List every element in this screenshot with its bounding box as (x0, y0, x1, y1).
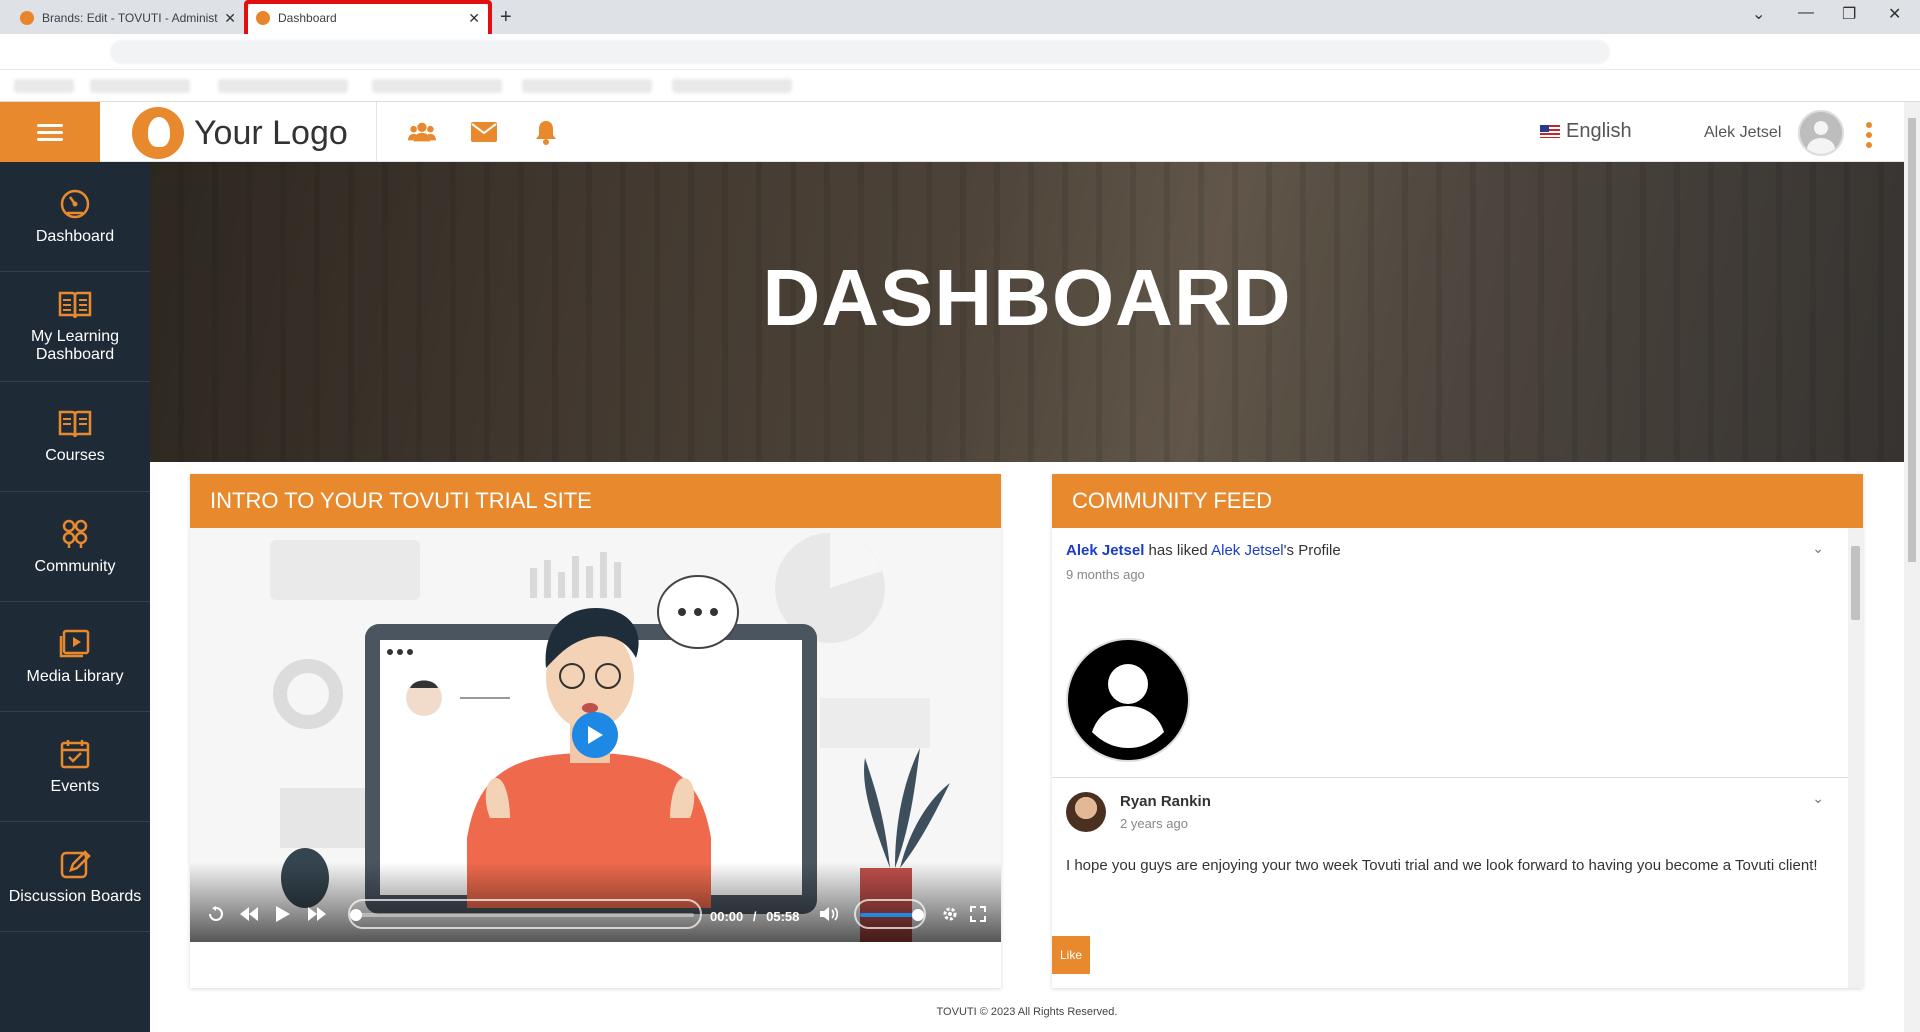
feed-scrollbar[interactable] (1848, 528, 1863, 988)
restore-button[interactable]: ❐ (1842, 4, 1856, 24)
sidebar-item-events[interactable]: Events (0, 712, 150, 822)
sidebar-item-label: Community (34, 557, 116, 575)
rewind-icon[interactable] (240, 907, 258, 921)
chevron-down-icon[interactable]: ⌄ (1812, 540, 1824, 557)
community-feed-card: COMMUNITY FEED ⌄ Alek Jetsel has liked A… (1052, 474, 1863, 988)
video-duration: 05:58 (766, 909, 800, 924)
sidebar-item-label: Courses (45, 446, 105, 464)
tab-title: Brands: Edit - TOVUTI - Administ (42, 11, 218, 25)
page-title: DASHBOARD (762, 253, 1292, 342)
card-title: COMMUNITY FEED (1052, 474, 1863, 528)
minimize-button[interactable]: — (1798, 4, 1814, 22)
sidebar-item-label: Discussion Boards (8, 887, 142, 905)
replay-icon[interactable] (208, 906, 224, 922)
post-timestamp: 2 years ago (1120, 816, 1188, 831)
address-bar[interactable] (0, 34, 1920, 70)
media-icon (59, 629, 90, 657)
sidebar-nav: Dashboard My Learning Dashboard Courses … (0, 162, 150, 1032)
author-name[interactable]: Ryan Rankin (1120, 793, 1211, 810)
menu-toggle-button[interactable] (0, 102, 100, 162)
video-current-time: 00:00 (710, 909, 744, 924)
elephant-logo-icon (132, 107, 184, 159)
play-icon (588, 726, 603, 744)
bell-icon[interactable] (532, 118, 560, 146)
tovuti-favicon (20, 11, 34, 25)
users-icon[interactable] (408, 118, 436, 146)
card-title: INTRO TO YOUR TOVUTI TRIAL SITE (190, 474, 1001, 528)
sidebar-item-dashboard[interactable]: Dashboard (0, 162, 150, 272)
close-tab-icon[interactable]: ✕ (224, 10, 236, 27)
book-icon (58, 410, 92, 437)
hero-banner: DASHBOARD (150, 162, 1904, 462)
sidebar-item-community[interactable]: Community (0, 492, 150, 602)
settings-gear-icon[interactable] (942, 906, 958, 922)
user-name[interactable]: Alek Jetsel (1704, 124, 1781, 142)
us-flag-icon (1540, 125, 1560, 138)
author-avatar[interactable] (1066, 792, 1106, 832)
envelope-icon[interactable] (470, 118, 498, 146)
volume-handle[interactable] (912, 909, 924, 921)
intro-video-card: INTRO TO YOUR TOVUTI TRIAL SITE 00:00 / … (190, 474, 1001, 988)
play-overlay-button[interactable] (572, 712, 618, 758)
video-time-display: 00:00 / 05:58 (710, 909, 800, 924)
seek-bar[interactable] (348, 899, 702, 929)
edit-icon (60, 849, 91, 878)
sidebar-item-label: My Learning Dashboard (30, 327, 120, 363)
seek-handle[interactable] (350, 909, 362, 921)
close-window-button[interactable]: ✕ (1888, 4, 1901, 24)
sidebar-item-label: Events (50, 777, 100, 795)
logo-text: Your Logo (194, 113, 348, 152)
sidebar-item-label: Dashboard (35, 227, 115, 245)
tab-search-icon[interactable]: ⌄ (1752, 4, 1765, 24)
feed-item: ⌄ Alek Jetsel has liked Alek Jetsel's Pr… (1052, 528, 1848, 778)
like-button[interactable]: Like (1052, 936, 1090, 974)
hamburger-icon (37, 120, 63, 145)
video-controls: 00:00 / 05:58 (190, 862, 1001, 942)
post-body: I hope you guys are enjoying your two we… (1066, 857, 1818, 874)
sidebar-item-media-library[interactable]: Media Library (0, 602, 150, 712)
volume-icon[interactable] (820, 906, 840, 922)
site-logo[interactable]: Your Logo (132, 107, 348, 159)
book-open-icon (58, 291, 92, 318)
calendar-icon (60, 739, 90, 768)
feed-list: ⌄ Alek Jetsel has liked Alek Jetsel's Pr… (1052, 528, 1848, 988)
new-tab-button[interactable]: + (500, 6, 512, 29)
feed-item: ⌄ Ryan Rankin 2 years ago I hope you guy… (1052, 778, 1848, 988)
actor-link[interactable]: Alek Jetsel (1066, 542, 1144, 559)
community-icon (62, 519, 88, 548)
gauge-icon (60, 189, 90, 218)
chevron-down-icon[interactable]: ⌄ (1812, 790, 1824, 807)
volume-slider[interactable] (854, 899, 926, 929)
browser-tab-brands[interactable]: Brands: Edit - TOVUTI - Administ ✕ (12, 2, 244, 34)
app-header: Your Logo English Alek Jetsel (0, 102, 1904, 162)
sidebar-item-my-learning-dashboard[interactable]: My Learning Dashboard (0, 272, 150, 382)
url-field[interactable] (110, 40, 1610, 64)
language-selector[interactable]: English (1540, 120, 1632, 143)
sidebar-item-discussion-boards[interactable]: Discussion Boards (0, 822, 150, 932)
footer-copyright: TOVUTI © 2023 All Rights Reserved. (936, 1006, 1118, 1018)
tab-highlight-box (244, 0, 492, 38)
sidebar-item-label: Media Library (26, 667, 124, 685)
more-options-icon[interactable] (1864, 120, 1874, 150)
play-icon[interactable] (276, 906, 290, 922)
video-player[interactable]: 00:00 / 05:58 (190, 528, 1001, 942)
sidebar-item-courses[interactable]: Courses (0, 382, 150, 492)
page-scrollbar[interactable] (1904, 102, 1920, 1032)
browser-tab-bar: Brands: Edit - TOVUTI - Administ ✕ Dashb… (0, 0, 1920, 38)
header-divider (376, 102, 377, 162)
language-label: English (1566, 120, 1632, 142)
fullscreen-icon[interactable] (970, 906, 986, 922)
post-timestamp: 9 months ago (1066, 567, 1145, 582)
target-link[interactable]: Alek Jetsel (1211, 542, 1284, 559)
bookmarks-bar (0, 70, 1920, 102)
fast-forward-icon[interactable] (308, 907, 326, 921)
user-avatar[interactable] (1798, 110, 1844, 156)
profile-placeholder-icon[interactable] (1066, 638, 1190, 762)
